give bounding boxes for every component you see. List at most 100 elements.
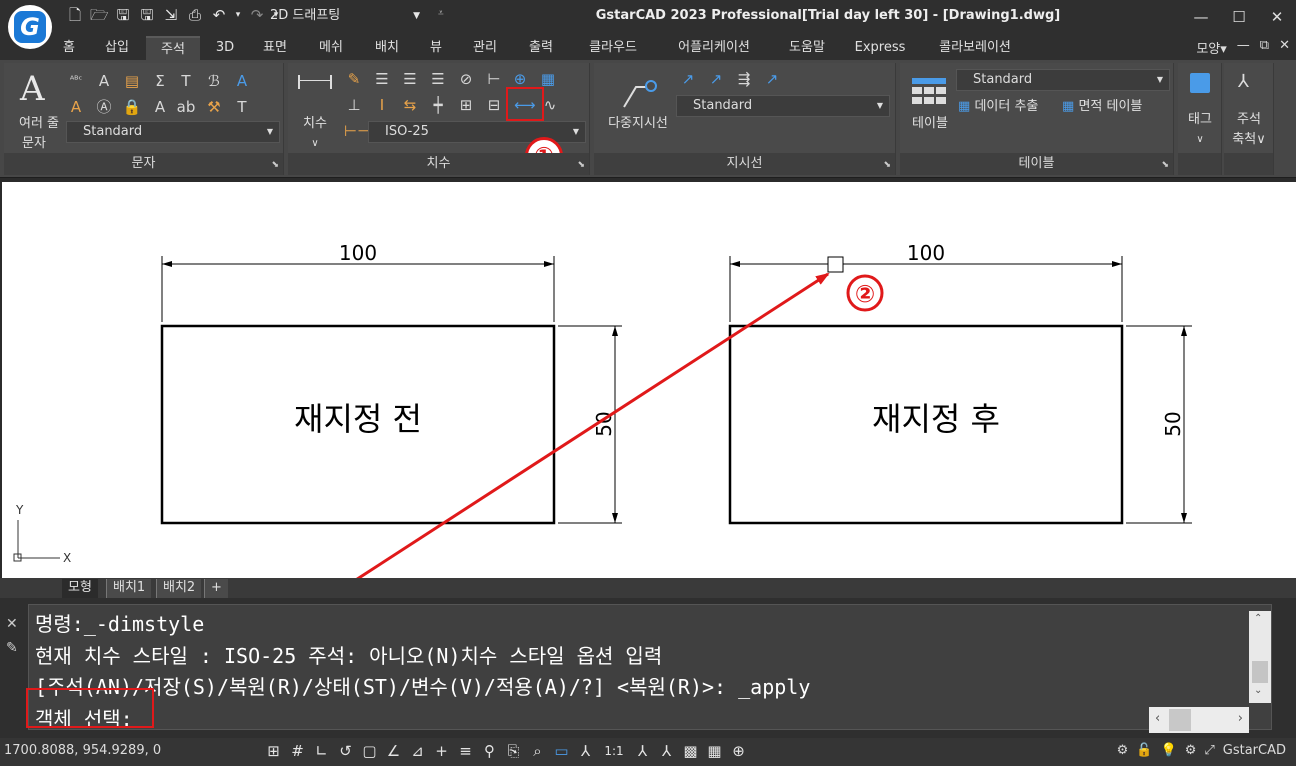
hardware-accel-icon[interactable]: ⚙: [1185, 743, 1197, 758]
model-space-icon[interactable]: ▭: [552, 742, 571, 761]
panel-launcher-icon[interactable]: ⬊: [577, 160, 585, 170]
tab-insert[interactable]: 삽입: [96, 36, 138, 60]
arc-text-icon[interactable]: A: [66, 97, 86, 117]
dim-edit-icon[interactable]: ✎: [344, 69, 364, 89]
dim-center-mark-icon[interactable]: ⊘: [456, 69, 476, 89]
tab-layout1[interactable]: 배치1: [106, 579, 152, 598]
tab-3d[interactable]: 3D: [210, 36, 240, 60]
panel-launcher-icon[interactable]: ⬊: [271, 160, 279, 170]
scroll-up-icon[interactable]: ⌃: [1254, 613, 1262, 624]
text-frame-icon[interactable]: Ⓐ: [94, 97, 114, 117]
tab-help[interactable]: 도움말: [780, 36, 834, 60]
tab-home[interactable]: 홈: [56, 36, 82, 60]
dim-space-icon[interactable]: ☰: [428, 69, 448, 89]
ribbon-minimize-icon[interactable]: —: [1237, 38, 1250, 57]
h-scroll-thumb[interactable]: [1169, 709, 1191, 731]
tab-output[interactable]: 출력: [522, 36, 560, 60]
dim-baseline-icon[interactable]: ☰: [372, 69, 392, 89]
tab-collaboration[interactable]: 콜라보레이션: [926, 36, 1024, 60]
vertical-scrollbar[interactable]: ⌃ ⌄: [1249, 611, 1271, 703]
scale-value[interactable]: 1:1: [600, 742, 628, 761]
selection-cycle-icon[interactable]: ⎘: [504, 742, 523, 761]
table-style-combo[interactable]: Standard ▼: [956, 69, 1170, 91]
appearance-menu[interactable]: 모양▾: [1196, 38, 1226, 57]
dim-inspect-icon[interactable]: ⊞: [456, 95, 476, 115]
properties-icon[interactable]: ⊕: [729, 742, 748, 761]
osnap-icon[interactable]: ▢: [360, 742, 379, 761]
annotation-monitor-icon[interactable]: ⌕: [528, 742, 547, 761]
tab-layout2[interactable]: 배치2: [156, 579, 202, 598]
maximize-icon[interactable]: ☐: [1220, 0, 1258, 34]
dim-arc-icon[interactable]: ⊢: [484, 69, 504, 89]
dynamic-ucs-icon[interactable]: ⊿: [408, 742, 427, 761]
annot-scale-button[interactable]: ⅄ 주석 축척∨: [1224, 67, 1274, 153]
transparency-icon[interactable]: ⚲: [480, 742, 499, 761]
lock-icon[interactable]: 🔓: [1136, 743, 1152, 758]
settings-gear-icon[interactable]: ⚙: [1117, 743, 1129, 758]
annotation-visibility-icon[interactable]: ⅄: [633, 742, 652, 761]
panel-launcher-icon[interactable]: ⬊: [1161, 160, 1169, 170]
dim-break-icon[interactable]: ┿: [428, 95, 448, 115]
find-replace-icon[interactable]: ℬ: [204, 71, 224, 91]
close-icon[interactable]: ✕: [6, 616, 18, 632]
tab-express[interactable]: Express: [852, 36, 908, 60]
text-align-icon[interactable]: A: [150, 97, 170, 117]
dimension-button[interactable]: 치수 ∨: [292, 67, 340, 153]
text-convert-icon[interactable]: ⚒: [204, 97, 224, 117]
tab-mesh[interactable]: 메쉬: [312, 36, 350, 60]
tab-layout[interactable]: 배치: [368, 36, 406, 60]
mleader-align-icon[interactable]: ⇶: [734, 69, 754, 89]
table-button[interactable]: 테이블: [904, 67, 954, 153]
data-extract-button[interactable]: ▦ 데이터 추출: [958, 95, 1038, 114]
mleader-collect-icon[interactable]: ↗: [762, 69, 782, 89]
text-style-icon[interactable]: A: [232, 71, 252, 91]
annotation-scale-icon[interactable]: ⅄: [576, 742, 595, 761]
dim-reassociate-icon[interactable]: ⊟: [484, 95, 504, 115]
dim-jog-icon[interactable]: ⇆: [400, 95, 420, 115]
lock-text-icon[interactable]: 🔒: [122, 97, 142, 117]
dim-add-icon[interactable]: ⊕: [510, 69, 530, 89]
auto-scale-icon[interactable]: ⅄: [657, 742, 676, 761]
text-fit-icon[interactable]: ab: [176, 97, 196, 117]
close-icon[interactable]: ✕: [1258, 0, 1296, 34]
tab-add-layout[interactable]: +: [204, 579, 228, 598]
mleader-add-icon[interactable]: ↗: [678, 69, 698, 89]
ribbon-restore-icon[interactable]: ⧉: [1260, 38, 1269, 57]
text-style-combo[interactable]: Standard ▼: [66, 121, 280, 143]
isolate-bulb-icon[interactable]: 💡: [1161, 743, 1177, 758]
horizontal-scrollbar[interactable]: ‹ ›: [1149, 707, 1249, 733]
ribbon-close-icon[interactable]: ✕: [1279, 38, 1290, 57]
tab-annotate[interactable]: 주석: [146, 36, 200, 60]
area-table-button[interactable]: ▦ 면적 테이블: [1062, 95, 1142, 114]
lineweight-icon[interactable]: ≡: [456, 742, 475, 761]
dynamic-input-icon[interactable]: +: [432, 742, 451, 761]
table-icon[interactable]: ▦: [705, 742, 724, 761]
isolate-icon[interactable]: ▩: [681, 742, 700, 761]
text-mask-icon[interactable]: T: [232, 97, 252, 117]
drawing-canvas[interactable]: 100 50 재지정 전 100 50 재지정 후 ② Y X: [2, 182, 1296, 578]
tab-manage[interactable]: 관리: [466, 36, 504, 60]
text-justify-icon[interactable]: T: [176, 71, 196, 91]
text-scale-icon[interactable]: A: [94, 71, 114, 91]
snap-icon[interactable]: #: [288, 742, 307, 761]
panel-launcher-icon[interactable]: ⬊: [883, 160, 891, 170]
scroll-down-icon[interactable]: ⌄: [1254, 685, 1262, 696]
grid-icon[interactable]: ⊞: [264, 742, 283, 761]
mleader-style-combo[interactable]: Standard ▼: [676, 95, 890, 117]
app-logo[interactable]: G: [8, 5, 52, 49]
tab-model[interactable]: 모형: [62, 579, 98, 598]
ortho-icon[interactable]: ∟: [312, 742, 331, 761]
mleader-remove-icon[interactable]: ↗: [706, 69, 726, 89]
dim-style-icon[interactable]: ⊢⊣: [344, 121, 370, 141]
minimize-icon[interactable]: —: [1182, 0, 1220, 34]
check-spelling-icon[interactable]: ᴬᴮᶜ: [66, 71, 86, 91]
customize-icon[interactable]: ✎: [6, 640, 18, 656]
polar-icon[interactable]: ↺: [336, 742, 355, 761]
dim-continue-icon[interactable]: ☰: [400, 69, 420, 89]
text-edit-icon[interactable]: ▤: [122, 71, 142, 91]
tab-surface[interactable]: 표면: [256, 36, 294, 60]
otrack-icon[interactable]: ∠: [384, 742, 403, 761]
multiline-text-button[interactable]: A 여러 줄 문자: [8, 67, 66, 153]
scroll-left-icon[interactable]: ‹: [1155, 711, 1160, 726]
dim-tolerance-icon[interactable]: Ⅰ: [372, 95, 392, 115]
